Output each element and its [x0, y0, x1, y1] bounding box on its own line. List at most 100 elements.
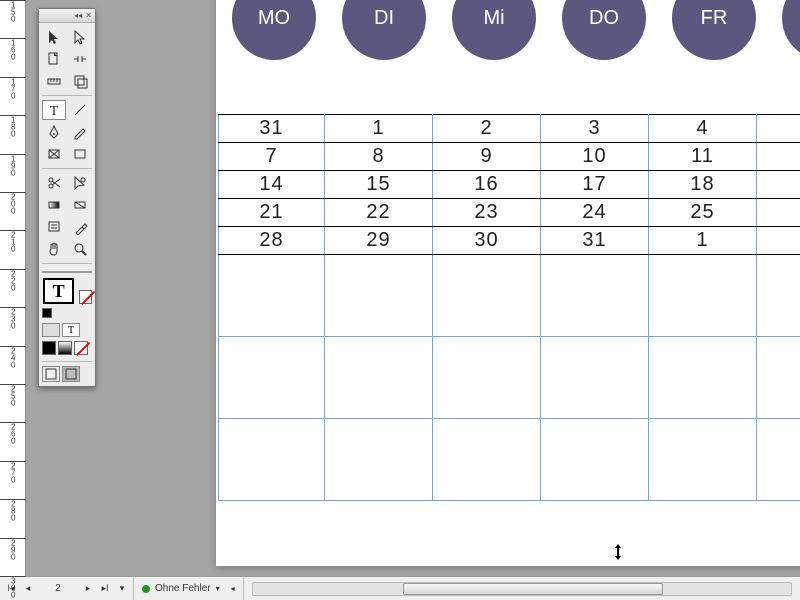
- tools-panel[interactable]: ◂◂ ✕ T T T: [38, 8, 96, 387]
- calendar-cell[interactable]: 10: [541, 143, 649, 171]
- calendar-cell[interactable]: [757, 419, 800, 501]
- last-page-button[interactable]: ▸I: [98, 582, 112, 596]
- scissors-tool[interactable]: [42, 173, 66, 193]
- calendar-cell[interactable]: 4: [649, 115, 757, 143]
- calendar-cell[interactable]: 11: [649, 143, 757, 171]
- calendar-cell[interactable]: 24: [541, 199, 649, 227]
- calendar-cell[interactable]: 31: [541, 227, 649, 255]
- calendar-cell[interactable]: 25: [649, 199, 757, 227]
- gap-tool[interactable]: [68, 49, 92, 69]
- panel-header[interactable]: ◂◂ ✕: [39, 9, 95, 23]
- pencil-tool[interactable]: [68, 122, 92, 142]
- open-panel-icon[interactable]: ◂: [231, 584, 235, 593]
- swap-fill-stroke-icon[interactable]: [79, 290, 92, 304]
- collapse-icon[interactable]: ◂◂: [74, 12, 82, 20]
- free-transform-tool[interactable]: [68, 173, 92, 193]
- calendar-cell[interactable]: 3: [541, 115, 649, 143]
- calendar-cell[interactable]: 7: [219, 143, 325, 171]
- bottom-bar: I◂ ◂ 2 ▸ ▸I ▾ Ohne Fehler ▾ ◂: [0, 576, 800, 600]
- calendar-cell[interactable]: [325, 337, 433, 419]
- calendar-cell[interactable]: 29: [325, 227, 433, 255]
- horizontal-scrollbar[interactable]: [252, 582, 792, 596]
- calendar-cell[interactable]: 30: [433, 227, 541, 255]
- calendar-cell[interactable]: [757, 115, 800, 143]
- page-number[interactable]: 2: [38, 583, 78, 594]
- calendar-cell[interactable]: 28: [219, 227, 325, 255]
- rectangle-tool[interactable]: [68, 144, 92, 164]
- scrollbar-thumb[interactable]: [403, 583, 663, 595]
- calendar-cell[interactable]: [649, 419, 757, 501]
- gradient-feather-tool[interactable]: [68, 195, 92, 215]
- calendar-cell[interactable]: [757, 171, 800, 199]
- calendar-cell[interactable]: [219, 337, 325, 419]
- calendar-cell[interactable]: [325, 419, 433, 501]
- note-tool[interactable]: [42, 217, 66, 237]
- calendar-cell[interactable]: 21: [219, 199, 325, 227]
- calendar-cell[interactable]: [219, 255, 325, 337]
- calendar-cell[interactable]: [757, 199, 800, 227]
- formatting-container[interactable]: [42, 323, 60, 337]
- content-placer-tool[interactable]: [68, 71, 92, 91]
- pages-menu-button[interactable]: ▾: [115, 582, 129, 596]
- calendar-cell[interactable]: 1: [325, 115, 433, 143]
- calendar-table[interactable]: 3112347891011141516171821222324252829303…: [218, 114, 800, 501]
- calendar-cell[interactable]: [649, 255, 757, 337]
- calendar-cell[interactable]: [757, 255, 800, 337]
- pen-tool[interactable]: [42, 122, 66, 142]
- apply-gradient-swatch[interactable]: [58, 341, 72, 355]
- line-tool[interactable]: [68, 100, 92, 120]
- calendar-cell[interactable]: 8: [325, 143, 433, 171]
- calendar-cell[interactable]: 17: [541, 171, 649, 199]
- calendar-cell[interactable]: 9: [433, 143, 541, 171]
- close-icon[interactable]: ✕: [85, 12, 92, 20]
- default-fill-stroke-icon[interactable]: [42, 308, 52, 318]
- calendar-cell[interactable]: [433, 337, 541, 419]
- calendar-cell[interactable]: 1: [649, 227, 757, 255]
- normal-view[interactable]: [42, 366, 60, 382]
- document-canvas[interactable]: MODIMiDOFRS 3112347891011141516171821222…: [26, 0, 800, 576]
- calendar-cell[interactable]: [649, 337, 757, 419]
- direct-selection-tool[interactable]: [68, 27, 92, 47]
- calendar-cell[interactable]: [325, 255, 433, 337]
- day-header-s: S: [782, 0, 800, 60]
- eyedropper-tool[interactable]: [68, 217, 92, 237]
- zoom-tool[interactable]: [68, 239, 92, 259]
- preview-view[interactable]: [62, 366, 80, 382]
- table-row: [219, 337, 800, 419]
- calendar-cell[interactable]: [757, 227, 800, 255]
- preflight-status[interactable]: Ohne Fehler ▾ ◂: [134, 577, 244, 600]
- formatting-text[interactable]: T: [62, 323, 80, 337]
- calendar-cell[interactable]: 2: [433, 115, 541, 143]
- measure-tool[interactable]: [42, 71, 66, 91]
- calendar-cell[interactable]: 18: [649, 171, 757, 199]
- type-tool[interactable]: T: [42, 100, 66, 120]
- next-page-button[interactable]: ▸: [81, 582, 95, 596]
- gradient-swatch-tool[interactable]: [42, 195, 66, 215]
- calendar-cell[interactable]: 23: [433, 199, 541, 227]
- formatting-affects-text[interactable]: T: [43, 278, 74, 304]
- calendar-cell[interactable]: [219, 419, 325, 501]
- page-tool[interactable]: [42, 49, 66, 69]
- apply-none-swatch[interactable]: [74, 341, 88, 355]
- apply-color-swatch[interactable]: [42, 341, 56, 355]
- day-header-di: DI: [342, 0, 426, 60]
- calendar-cell[interactable]: [757, 143, 800, 171]
- selection-tool[interactable]: [42, 27, 66, 47]
- calendar-cell[interactable]: 16: [433, 171, 541, 199]
- calendar-cell[interactable]: 22: [325, 199, 433, 227]
- calendar-cell[interactable]: [541, 419, 649, 501]
- status-menu-icon[interactable]: ▾: [216, 584, 220, 593]
- calendar-cell[interactable]: [433, 255, 541, 337]
- calendar-cell[interactable]: 14: [219, 171, 325, 199]
- day-header-fr: FR: [672, 0, 756, 60]
- day-headers: MODIMiDOFRS: [232, 0, 800, 60]
- calendar-cell[interactable]: 31: [219, 115, 325, 143]
- calendar-cell[interactable]: [757, 337, 800, 419]
- calendar-cell[interactable]: [433, 419, 541, 501]
- calendar-cell[interactable]: 15: [325, 171, 433, 199]
- calendar-cell[interactable]: [541, 255, 649, 337]
- rectangle-frame-tool[interactable]: [42, 144, 66, 164]
- hand-tool[interactable]: [42, 239, 66, 259]
- calendar-cell[interactable]: [541, 337, 649, 419]
- svg-text:T: T: [50, 104, 59, 118]
